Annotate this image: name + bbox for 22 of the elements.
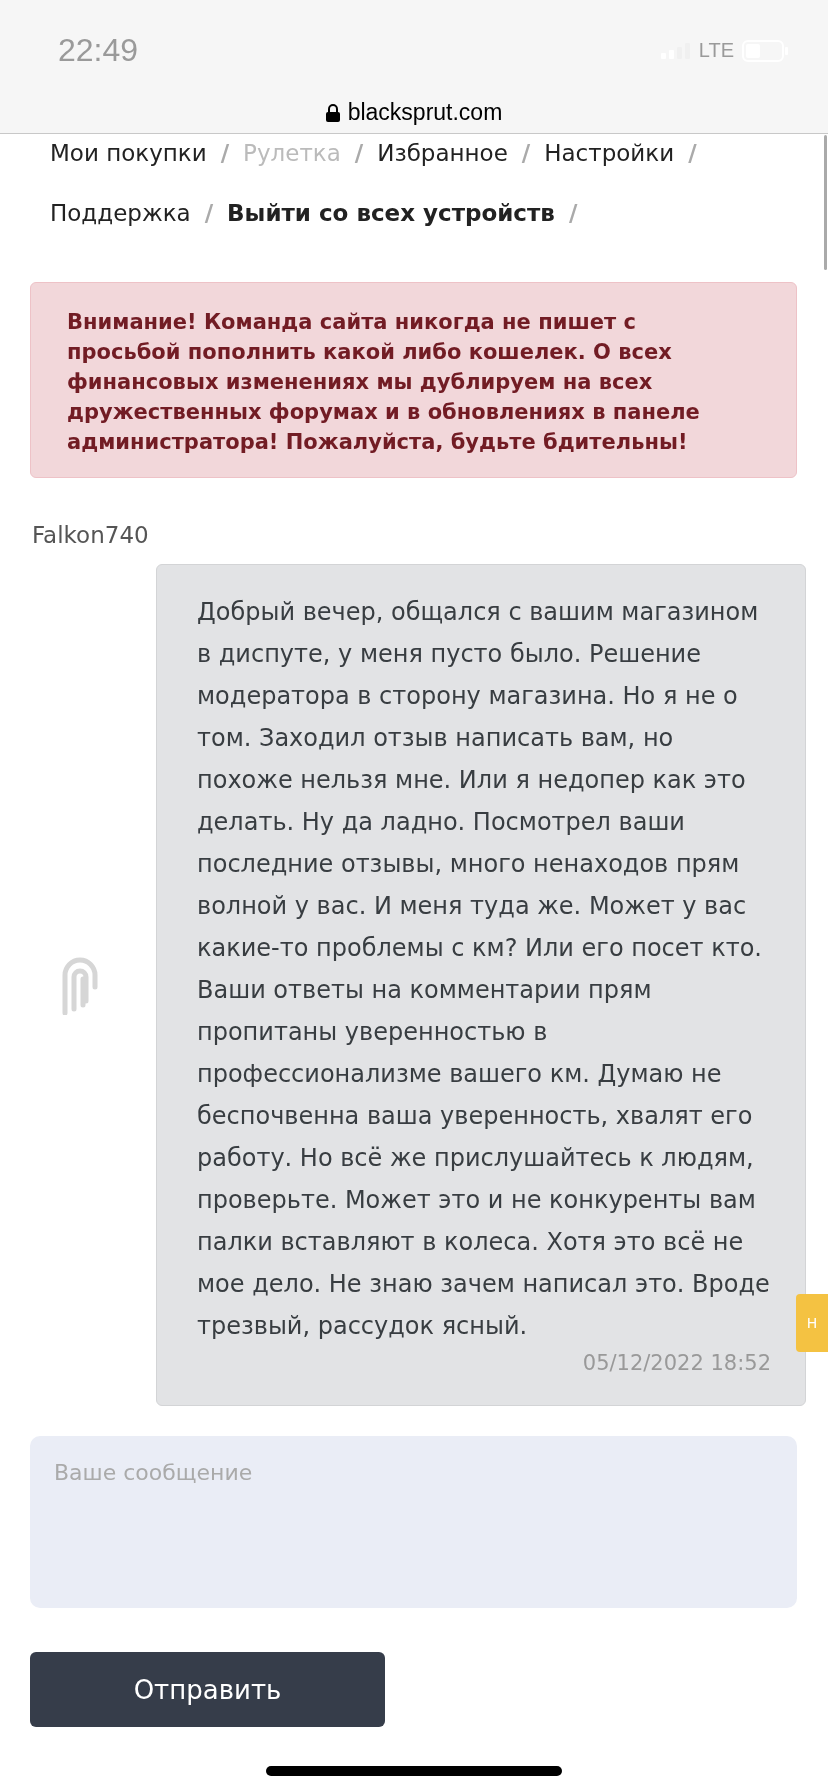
lock-icon (325, 103, 340, 122)
status-time: 22:49 (58, 32, 139, 69)
separator: / (204, 200, 214, 226)
message-input[interactable]: Ваше сообщение (30, 1436, 797, 1608)
nav-link[interactable]: Избранное (377, 140, 508, 166)
separator: / (521, 140, 531, 166)
nav-link[interactable]: Поддержка (50, 200, 191, 226)
separator: / (220, 140, 230, 166)
separator: / (354, 140, 364, 166)
network-label: LTE (698, 39, 734, 62)
nav-link[interactable]: Выйти со всех устройств (227, 200, 555, 226)
separator: / (568, 200, 578, 226)
avatar-icon (62, 955, 98, 1015)
url-text[interactable]: blacksprut.com (347, 99, 503, 126)
message-text: Добрый вечер, общался с вашим магазином в диспуте, у меня пусто было. Решение модератора в сторону магазина. Но я не о том. Заходил отзыв написать вам, но похоже нельзя мне. Или я недопер как это делать. Ну да ладно. Посмотрел ваши последние отзывы, много ненаходов прям волной у вас. И меня туда же. Может у вас какие-то проблемы с км? Или его посет кто. Ваши ответы на комментарии прям пропитаны уверенностью в профессионализме вашего км. Думаю не беспочвенна ваша уверенность, хвалят его работу. Но всё же прислушайтесь к людям, проверьте. Может это и не конкуренты вам палки вставляют в колеса. Хотя это всё не мое дело. Не знаю зачем написал это. Вроде трезвый, рассудок ясный. (197, 597, 771, 1342)
nav-link[interactable]: Мои покупки (50, 140, 207, 166)
send-button[interactable]: Отправить (30, 1652, 385, 1727)
separator: / (688, 140, 697, 166)
nav-link[interactable]: Настройки (544, 140, 675, 166)
warning-alert: Внимание! Команда сайта никогда не пишет с просьбой пополнить какой либо кошелек. О всех финансовых изменениях мы дублируем на всех дружественных форумах и в обновлениях в панеле администратора! Пожалуйста, будьте бдительны! (30, 282, 797, 478)
author-name: Falkon740 (32, 522, 150, 548)
message-time: 05/12/2022 18:52 (581, 1351, 771, 1375)
